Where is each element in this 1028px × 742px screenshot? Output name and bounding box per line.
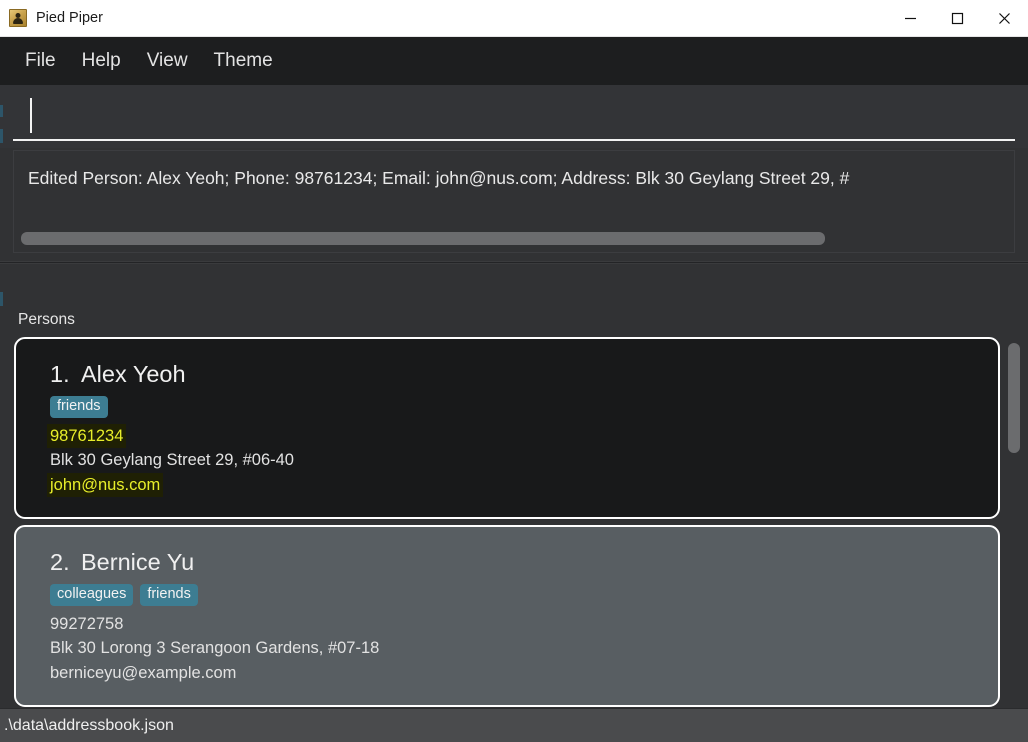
tag-chip: colleagues (50, 584, 134, 606)
person-card[interactable]: 2. Bernice Yu colleagues friends 9927275… (14, 525, 1000, 708)
tag-chip: friends (140, 584, 198, 606)
person-card-email-line: john@nus.com (47, 472, 978, 498)
person-list-header: Persons (18, 311, 75, 328)
person-card-email-line: berniceyu@example.com (50, 661, 978, 686)
person-card-address: Blk 30 Lorong 3 Serangoon Gardens, #07-1… (50, 639, 380, 658)
person-list-vertical-scrollbar-thumb[interactable] (1008, 343, 1020, 453)
person-card-title: 1. Alex Yeoh (50, 361, 978, 388)
person-list-inner: Persons 1. Alex Yeoh friends 98761234 Bl… (0, 264, 1028, 708)
person-card-phone-line: 99272758 (50, 612, 978, 637)
minimize-button[interactable] (887, 0, 934, 36)
menu-item-file[interactable]: File (12, 46, 69, 77)
person-card-phone: 98761234 (47, 423, 127, 448)
tag-chip: friends (50, 396, 108, 418)
menu-item-theme[interactable]: Theme (201, 46, 286, 77)
result-region: Edited Person: Alex Yeoh; Phone: 9876123… (0, 148, 1028, 261)
person-card-index: 2. (50, 549, 70, 576)
result-horizontal-scrollbar[interactable] (21, 232, 1007, 245)
edge-accent-upper (0, 105, 3, 117)
person-card-icon (9, 9, 27, 27)
window-title: Pied Piper (36, 10, 103, 26)
person-card-name: Bernice Yu (81, 549, 195, 576)
command-input[interactable] (13, 105, 1015, 126)
person-card-address: Blk 30 Geylang Street 29, #06-40 (50, 451, 294, 470)
person-card-tags: colleagues friends (50, 584, 978, 606)
person-list-region: Persons 1. Alex Yeoh friends 98761234 Bl… (0, 264, 1028, 708)
person-list-vertical-scrollbar[interactable] (1000, 337, 1028, 708)
minimize-icon (905, 17, 916, 19)
maximize-icon (951, 12, 964, 24)
person-card-tags: friends (50, 396, 978, 418)
person-card-name: Alex Yeoh (81, 361, 186, 387)
menu-item-help[interactable]: Help (69, 46, 134, 77)
person-card-address-line: Blk 30 Geylang Street 29, #06-40 (50, 448, 978, 473)
person-card[interactable]: 1. Alex Yeoh friends 98761234 Blk 30 Gey… (14, 337, 1000, 520)
maximize-button[interactable] (934, 0, 981, 36)
close-icon (999, 12, 1010, 24)
status-bar-save-location: .\data\addressbook.json (4, 716, 174, 734)
edge-accent-lower (0, 129, 3, 143)
result-horizontal-scrollbar-thumb[interactable] (21, 232, 825, 245)
person-card-phone-line: 98761234 (47, 423, 978, 449)
person-card-email: john@nus.com (47, 472, 164, 497)
text-caret (30, 98, 32, 133)
person-card-address-line: Blk 30 Lorong 3 Serangoon Gardens, #07-1… (50, 636, 978, 661)
window-controls (887, 0, 1028, 36)
person-card-title: 2. Bernice Yu (50, 549, 978, 576)
result-display-box: Edited Person: Alex Yeoh; Phone: 9876123… (13, 150, 1015, 253)
menu-item-view[interactable]: View (134, 46, 201, 77)
command-region (0, 85, 1028, 148)
application-window: Pied Piper File Help View Theme Edited P… (0, 0, 1028, 742)
title-bar-left: Pied Piper (0, 9, 887, 27)
title-bar: Pied Piper (0, 0, 1028, 37)
person-cards-wrapper: 1. Alex Yeoh friends 98761234 Blk 30 Gey… (0, 337, 1028, 708)
status-bar: .\data\addressbook.json (0, 708, 1028, 742)
result-display-text: Edited Person: Alex Yeoh; Phone: 9876123… (28, 168, 850, 188)
person-card-email: berniceyu@example.com (50, 663, 237, 682)
person-card-phone: 99272758 (50, 614, 124, 633)
person-card-index: 1. (50, 361, 70, 387)
menu-bar: File Help View Theme (0, 37, 1028, 85)
close-button[interactable] (981, 0, 1028, 36)
person-cards-column: 1. Alex Yeoh friends 98761234 Blk 30 Gey… (0, 337, 1000, 708)
command-box[interactable] (13, 92, 1015, 141)
